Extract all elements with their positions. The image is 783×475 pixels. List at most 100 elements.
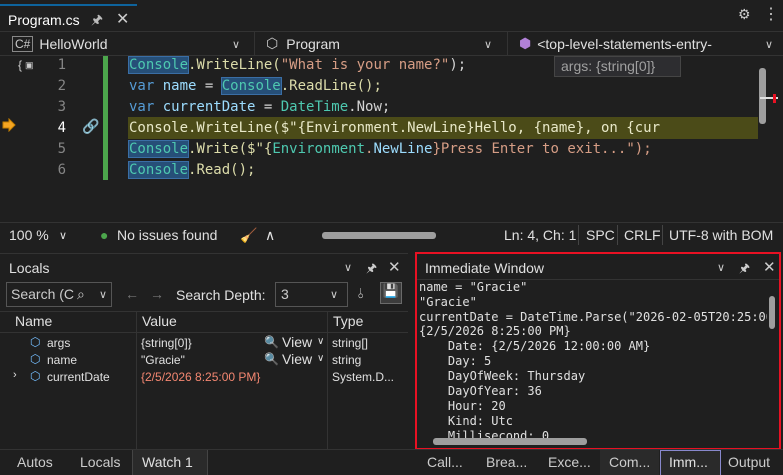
table-row[interactable]: › ⬡ currentDate {2/5/2026 8:25:00 PM} Sy… [0,368,408,385]
tab-command-window[interactable]: Com... [600,450,659,475]
pin-icon[interactable]: 🖈 [366,259,377,280]
search-icon[interactable]: ⌕ [77,286,85,303]
code-line-3: var currentDate = DateTime.Now; [129,99,391,115]
document-tab-bar: Program.cs 🖈 ✕ ⚙ ⋮ [0,0,783,31]
chevron-down-icon[interactable]: ∨ [59,229,67,242]
code-line-6: Console.Read(); [127,161,256,179]
cursor-position[interactable]: Ln: 4, Ch: 1 [504,227,576,243]
chevron-down-icon[interactable]: ∨ [317,353,324,364]
code-editor[interactable]: { ▣ 🔗 1 2 3 4 5 6 Console.WriteLine("Wha… [0,56,783,222]
chevron-down-icon: ∨ [484,39,493,51]
table-row[interactable]: ⬡ args {string[0]} 🔍 View ∨ string[] [0,334,408,351]
navigation-bar: C# HelloWorld ∨ ⬡ Program ∨ ⬢ <top-level… [0,31,783,56]
tab-output[interactable]: Output [728,454,770,470]
panel-title: Locals [9,260,50,276]
column-header-type[interactable]: Type [333,313,363,333]
immediate-window[interactable]: Immediate Window ∨ 🖈 ✕ name = "Gracie" "… [415,252,781,450]
visualizer-icon[interactable]: 🔍 [264,352,279,366]
tab-locals[interactable]: Locals [80,454,120,470]
lock-icon: ▣ [25,60,34,70]
line-number: 2 [57,78,66,94]
visualizer-icon[interactable]: 🔍 [264,335,279,349]
output-line: currentDate = DateTime.Parse("2026-02-05… [419,310,767,324]
tab-breakpoints[interactable]: Brea... [486,454,527,470]
divider [617,225,618,245]
tab-autos[interactable]: Autos [17,454,53,470]
view-button[interactable]: View [282,334,312,350]
output-line: name = "Gracie" [419,280,528,294]
search-input[interactable]: Search (C [11,286,74,302]
output-line: Date: {2/5/2026 12:00:00 AM} [419,339,651,353]
horizontal-scroll-thumb[interactable] [322,232,436,239]
bottom-tabs-left: Autos Locals Watch 1 [0,449,408,475]
vertical-scroll-thumb[interactable] [769,296,775,329]
close-icon[interactable]: ✕ [763,258,776,276]
pin-source-icon[interactable]: ⫰ [358,285,364,302]
back-arrow-icon[interactable]: ← [125,286,139,302]
local-value: "Gracie" [141,353,185,367]
close-icon[interactable]: ✕ [388,258,401,276]
forward-arrow-icon[interactable]: → [150,286,164,302]
link-icon[interactable]: 🔗 [82,118,99,135]
column-header-value[interactable]: Value [142,313,177,333]
tab-immediate-window[interactable]: Imm... [660,450,721,475]
local-name: args [47,336,71,350]
table-row[interactable]: ⬡ name "Gracie" 🔍 View ∨ string [0,351,408,368]
class-icon: ⬡ [266,35,279,51]
divider [0,311,408,312]
chevron-down-icon[interactable]: ∨ [344,261,352,274]
locals-window: Locals ∨ 🖈 ✕ Search (C ⌕ ∨ ← → Search De… [0,253,408,450]
variable-icon: ⬡ [30,369,41,383]
class-dropdown[interactable]: ⬡ Program ∨ [256,32,508,55]
line-number: 3 [57,99,66,115]
tab-exception-settings[interactable]: Exce... [548,454,591,470]
tab-watch-1[interactable]: Watch 1 [132,450,208,475]
chevron-down-icon[interactable]: ∨ [99,288,107,301]
code-line-1: Console.WriteLine("What is your name?"); [127,56,467,74]
local-type: string[] [332,336,369,350]
cleanup-brush-icon[interactable]: 🧹 [240,227,257,244]
tab-title: Program.cs [8,12,80,28]
more-options-icon[interactable]: ⋮ [763,4,779,24]
datatip[interactable]: args: {string[0]} [554,56,681,77]
view-button[interactable]: View [282,351,312,367]
search-box[interactable]: Search (C ⌕ ∨ [6,282,112,307]
member-dropdown[interactable]: ⬢ <top-level-statements-entry- ∨ [509,32,783,55]
search-depth-dropdown[interactable]: 3 ∨ [275,282,348,307]
expand-chevron-icon[interactable]: › [13,369,17,381]
tab-program-cs[interactable]: Program.cs 🖈 ✕ [0,4,137,31]
line-number: 4 [57,120,66,136]
zoom-level[interactable]: 100 % [9,227,49,243]
issues-status[interactable]: No issues found [117,227,217,243]
tab-label: Watch 1 [142,454,193,470]
tab-call-stack[interactable]: Call... [427,454,463,470]
output-line: Hour: 20 [419,399,506,413]
instruction-pointer-arrow-icon [2,118,16,132]
divider [662,225,663,245]
chevron-down-icon[interactable]: ∨ [317,336,324,347]
csharp-project-icon: C# [12,35,34,52]
gear-icon[interactable]: ⚙ [738,6,751,23]
pin-icon[interactable]: 🖈 [91,11,103,33]
output-line: DayOfWeek: Thursday [419,369,586,383]
immediate-output[interactable]: name = "Gracie" "Gracie" currentDate = D… [417,280,767,438]
file-encoding[interactable]: UTF-8 with BOM [669,227,773,243]
output-line: Day: 5 [419,354,492,368]
local-value: {2/5/2026 8:25:00 PM} [141,370,261,384]
breakpoint-marker [773,94,776,103]
project-dropdown[interactable]: C# HelloWorld ∨ [0,32,255,55]
chevron-down-icon[interactable]: ∨ [717,261,725,274]
column-header-name[interactable]: Name [15,313,52,333]
close-icon[interactable]: ✕ [116,9,129,29]
hex-display-icon[interactable]: 💾 [380,282,402,304]
code-line-5: Console.Write($"{Environment.NewLine}Pre… [127,140,652,158]
change-tracking-bar [103,56,108,180]
editor-status-bar: 100 % ∨ ● No issues found 🧹 ∧ Ln: 4, Ch:… [0,222,783,247]
indentation-mode[interactable]: SPC [586,227,615,243]
line-ending[interactable]: CRLF [624,227,661,243]
pin-icon[interactable]: 🖈 [739,259,750,280]
scroll-thumb[interactable] [759,68,766,124]
divider [0,332,408,333]
chevron-up-icon[interactable]: ∧ [265,227,275,244]
horizontal-scroll-thumb[interactable] [433,438,587,445]
